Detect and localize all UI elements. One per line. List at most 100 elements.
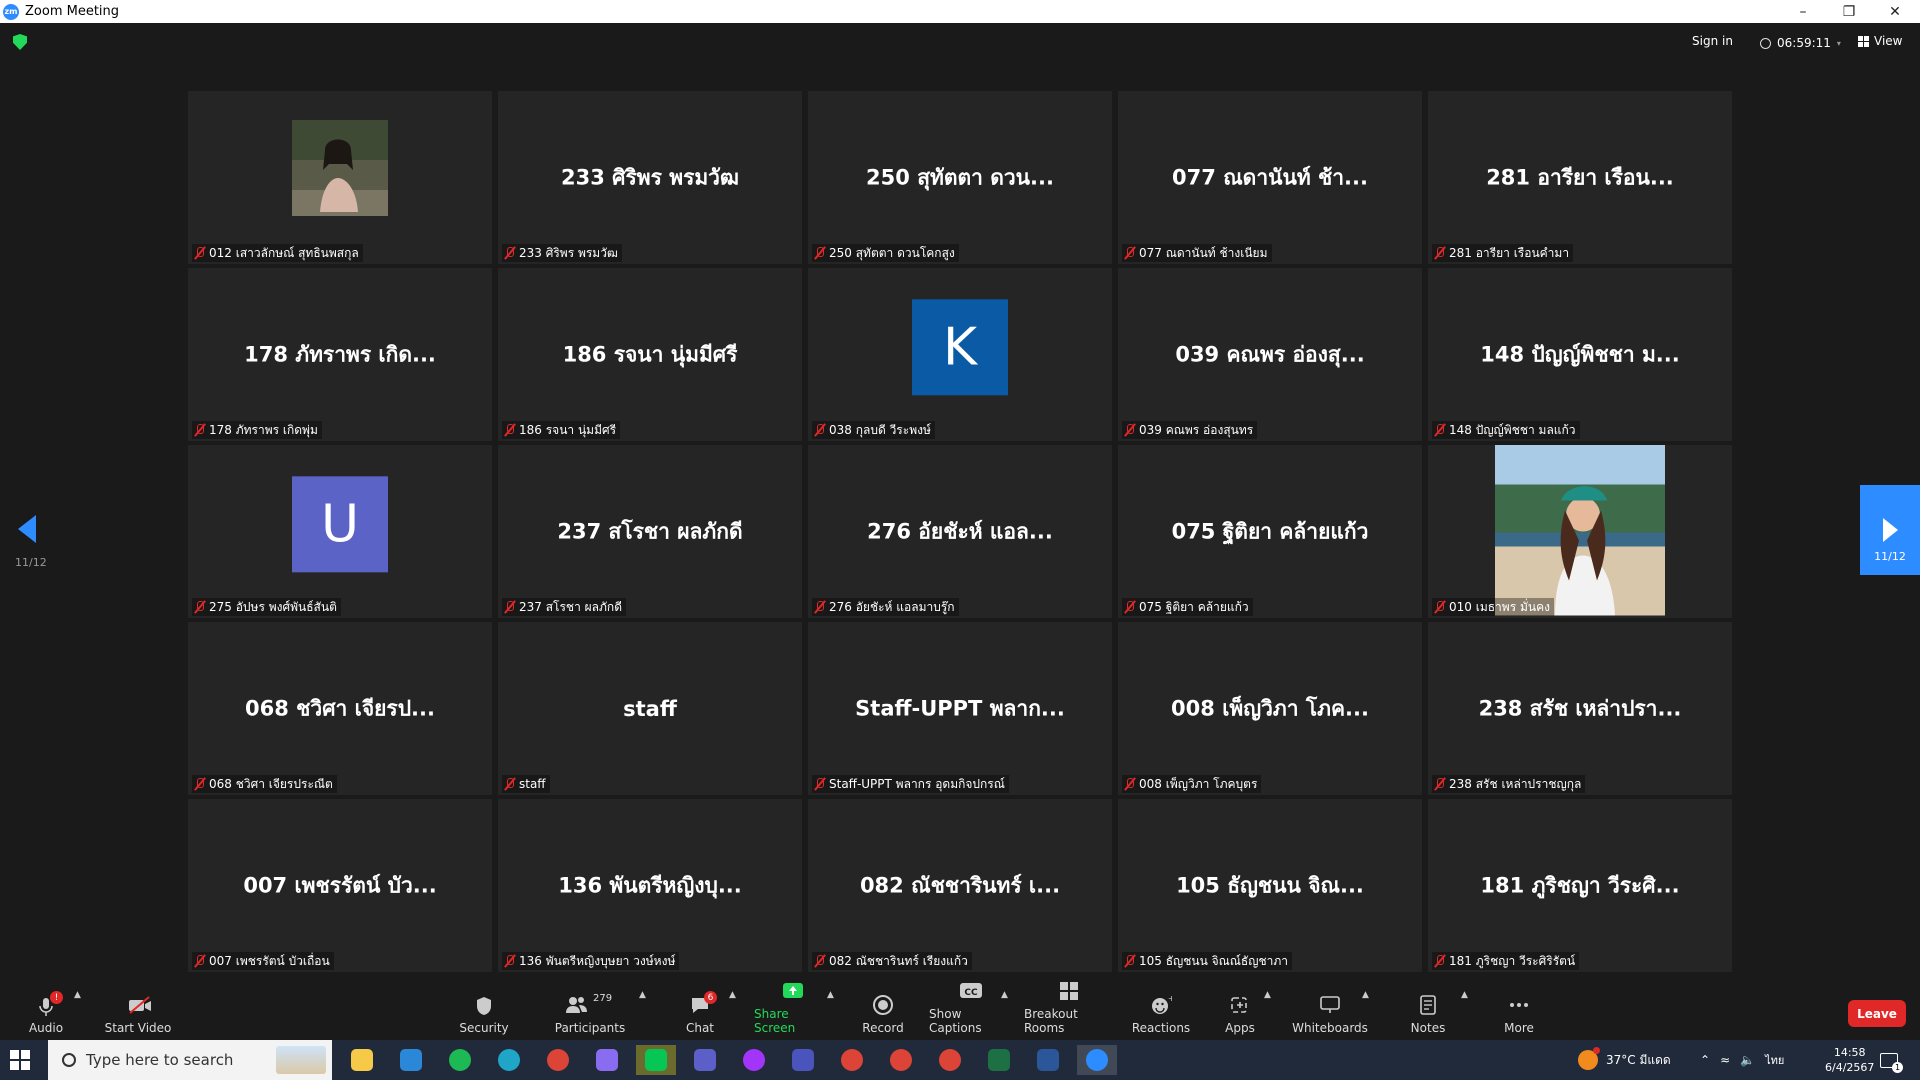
- excel-icon[interactable]: [979, 1045, 1019, 1075]
- tray-chevron-icon[interactable]: ⌃: [1700, 1053, 1710, 1067]
- participant-tile[interactable]: 237 สโรชา ผลภักดี 237 สโรชา ผลภักดี: [498, 445, 802, 618]
- teams-classic-icon[interactable]: [783, 1045, 823, 1075]
- apps-button[interactable]: Apps: [1225, 978, 1255, 1040]
- muted-microphone-icon: [194, 600, 206, 614]
- participant-tile[interactable]: 233 ศิริพร พรมวัฒ 233 ศิริพร พรมวัฒ: [498, 91, 802, 264]
- captions-caret-icon[interactable]: ▲: [1001, 990, 1008, 1000]
- sign-in-link[interactable]: Sign in: [1692, 34, 1733, 48]
- participant-tile[interactable]: 077 ณดานันท์ ช้า... 077 ณดานันท์ ช้างเนีย…: [1118, 91, 1422, 264]
- participant-tile[interactable]: 012 เสาวลักษณ์ สุทธินพสกุล: [188, 91, 492, 264]
- participants-button[interactable]: 279 Participants: [555, 978, 626, 1040]
- line-icon[interactable]: [636, 1045, 676, 1075]
- participant-tile[interactable]: 008 เพ็ญวิภา โภค... 008 เพ็ญวิภา โภคบุตร: [1118, 622, 1422, 795]
- participant-tile[interactable]: 281 อารียา เรือน... 281 อารียา เรือนคำมา: [1428, 91, 1732, 264]
- participant-name: 233 ศิริพร พรมวัฒ: [519, 245, 618, 260]
- participant-tile[interactable]: 105 ธัญชนน จิณ... 105 ธัญชนน จิณณ์ธัญชาภา: [1118, 799, 1422, 972]
- view-button[interactable]: View: [1858, 34, 1902, 48]
- show-captions-button[interactable]: CC Show Captions: [929, 978, 1011, 1040]
- file-explorer-icon[interactable]: [342, 1045, 382, 1075]
- chat-caret-icon[interactable]: ▲: [729, 990, 736, 1000]
- weather-widget[interactable]: 37°C มีแดด: [1578, 1040, 1671, 1080]
- chrome-icon[interactable]: [930, 1045, 970, 1075]
- participant-tile[interactable]: 276 อัยชัะห์ แอล... 276 อัยชัะห์ แอลมาบรู…: [808, 445, 1112, 618]
- encryption-shield-icon[interactable]: [13, 34, 27, 50]
- edge-icon[interactable]: [489, 1045, 529, 1075]
- participant-tile[interactable]: 007 เพชรรัตน์ บัว... 007 เพชรรัตน์ บัวเถื…: [188, 799, 492, 972]
- restore-button[interactable]: ❐: [1826, 0, 1872, 23]
- word-icon[interactable]: [1028, 1045, 1068, 1075]
- security-button[interactable]: Security: [459, 978, 509, 1040]
- copilot-icon[interactable]: [587, 1045, 627, 1075]
- wifi-icon[interactable]: ≈: [1720, 1053, 1730, 1067]
- participant-name-label: Staff-UPPT พลากร อุดมกิจปกรณ์: [812, 775, 1009, 793]
- taskbar-search-box[interactable]: Type here to search: [48, 1040, 332, 1080]
- input-language[interactable]: ไทย: [1765, 1051, 1784, 1069]
- volume-icon[interactable]: 🔈: [1740, 1053, 1755, 1067]
- participant-name: 275 อัปษร พงศ์พันธ์สันติ: [209, 599, 337, 614]
- whiteboards-caret-icon[interactable]: ▲: [1362, 990, 1369, 1000]
- chrome-icon[interactable]: [538, 1045, 578, 1075]
- next-page-button[interactable]: 11/12: [1860, 485, 1920, 575]
- participant-tile[interactable]: 136 พันตรีหญิงบุ... 136 พันตรีหญิงบุษยา ว…: [498, 799, 802, 972]
- participant-name: 075 ฐิติยา คล้ายแก้ว: [1139, 599, 1249, 614]
- share-screen-button[interactable]: Share Screen: [754, 978, 832, 1040]
- participant-tile[interactable]: 039 คณพร อ่องสุ... 039 คณพร อ่องสุนทร: [1118, 268, 1422, 441]
- taskbar-clock[interactable]: 14:58 6/4/2567: [1825, 1040, 1874, 1080]
- participant-display-name: 181 ภูริชญา วีระศิ...: [1480, 873, 1680, 897]
- teams-icon[interactable]: [685, 1045, 725, 1075]
- participant-tile[interactable]: 010 เมธาพร มั่นคง: [1428, 445, 1732, 618]
- chat-button[interactable]: 6 Chat: [680, 978, 720, 1040]
- participant-tile[interactable]: staff staff: [498, 622, 802, 795]
- messenger-icon[interactable]: [734, 1045, 774, 1075]
- participant-tile[interactable]: 082 ณัชชารินทร์ เ... 082 ณัชชารินทร์ เรีย…: [808, 799, 1112, 972]
- close-button[interactable]: ✕: [1872, 0, 1918, 23]
- participant-tile[interactable]: U 275 อัปษร พงศ์พันธ์สันติ: [188, 445, 492, 618]
- windows-start-icon[interactable]: [10, 1050, 30, 1070]
- previous-page-arrow-icon[interactable]: [18, 515, 36, 543]
- participant-name: 105 ธัญชนน จิณณ์ธัญชาภา: [1139, 953, 1289, 968]
- audio-button[interactable]: ! Audio: [26, 978, 66, 1040]
- participant-tile[interactable]: 075 ฐิติยา คล้ายแก้ว 075 ฐิติยา คล้ายแก้ว: [1118, 445, 1422, 618]
- audio-options-caret-icon[interactable]: ▲: [74, 990, 81, 1000]
- notes-caret-icon[interactable]: ▲: [1461, 990, 1468, 1000]
- breakout-rooms-label: Breakout Rooms: [1024, 1007, 1078, 1035]
- participant-tile[interactable]: 148 ปัญญ์พิชชา ม... 148 ปัญญ์พิชชา มลแก้ว: [1428, 268, 1732, 441]
- reactions-button[interactable]: + Reactions: [1132, 978, 1190, 1040]
- more-button[interactable]: More: [1503, 978, 1535, 1040]
- record-button[interactable]: Record: [860, 978, 906, 1040]
- participant-tile[interactable]: 068 ชวิศา เจียรป... 068 ชวิศา เจียรประณีต: [188, 622, 492, 795]
- participant-tile[interactable]: 181 ภูริชญา วีระศิ... 181 ภูริชญา วีระศิร…: [1428, 799, 1732, 972]
- zoom-icon[interactable]: [1077, 1045, 1117, 1075]
- muted-microphone-icon: [504, 954, 516, 968]
- record-label: Record: [862, 1021, 904, 1035]
- participants-caret-icon[interactable]: ▲: [639, 990, 646, 1000]
- participant-tile[interactable]: 186 รจนา นุ่มมีศรี 186 รจนา นุ่มมีศรี: [498, 268, 802, 441]
- participant-tile[interactable]: 250 สุทัตตา ดวน... 250 สุทัตตา ดวนโคกสูง: [808, 91, 1112, 264]
- participant-name-label: 237 สโรชา ผลภักดี: [502, 598, 626, 616]
- leave-button[interactable]: Leave: [1848, 1000, 1906, 1027]
- notes-button[interactable]: Notes: [1411, 978, 1445, 1040]
- chrome-icon[interactable]: [832, 1045, 872, 1075]
- share-caret-icon[interactable]: ▲: [827, 990, 834, 1000]
- minimize-button[interactable]: –: [1780, 0, 1826, 23]
- participant-display-name: 186 รจนา นุ่มมีศรี: [562, 342, 738, 366]
- whiteboards-button[interactable]: Whiteboards: [1292, 978, 1368, 1040]
- participant-name: 136 พันตรีหญิงบุษยา วงษ์หงษ์: [519, 953, 676, 968]
- participant-tile[interactable]: Staff-UPPT พลาก... Staff-UPPT พลากร อุดมก…: [808, 622, 1112, 795]
- microphone-icon: !: [35, 991, 63, 1016]
- mail-icon[interactable]: [391, 1045, 431, 1075]
- meeting-timer[interactable]: 06:59:11 ▾: [1752, 32, 1849, 54]
- start-video-button[interactable]: Start Video: [104, 978, 172, 1040]
- participant-tile[interactable]: K 038 กุลบดี วีระพงษ์: [808, 268, 1112, 441]
- spotify-icon[interactable]: [440, 1045, 480, 1075]
- participant-tile[interactable]: 238 สรัช เหล่าปรา... 238 สรัช เหล่าปราชญก…: [1428, 622, 1732, 795]
- notifications-button[interactable]: 1: [1880, 1040, 1903, 1080]
- search-highlight-icon: [276, 1046, 326, 1074]
- breakout-rooms-button[interactable]: Breakout Rooms: [1024, 978, 1114, 1040]
- participant-name-label: staff: [502, 775, 550, 793]
- chrome-icon[interactable]: [881, 1045, 921, 1075]
- participant-tile[interactable]: 178 ภัทราพร เกิด... 178 ภัทราพร เกิดพุ่ม: [188, 268, 492, 441]
- muted-microphone-icon: [504, 600, 516, 614]
- apps-caret-icon[interactable]: ▲: [1264, 990, 1271, 1000]
- participant-display-name: 148 ปัญญ์พิชชา ม...: [1480, 342, 1680, 366]
